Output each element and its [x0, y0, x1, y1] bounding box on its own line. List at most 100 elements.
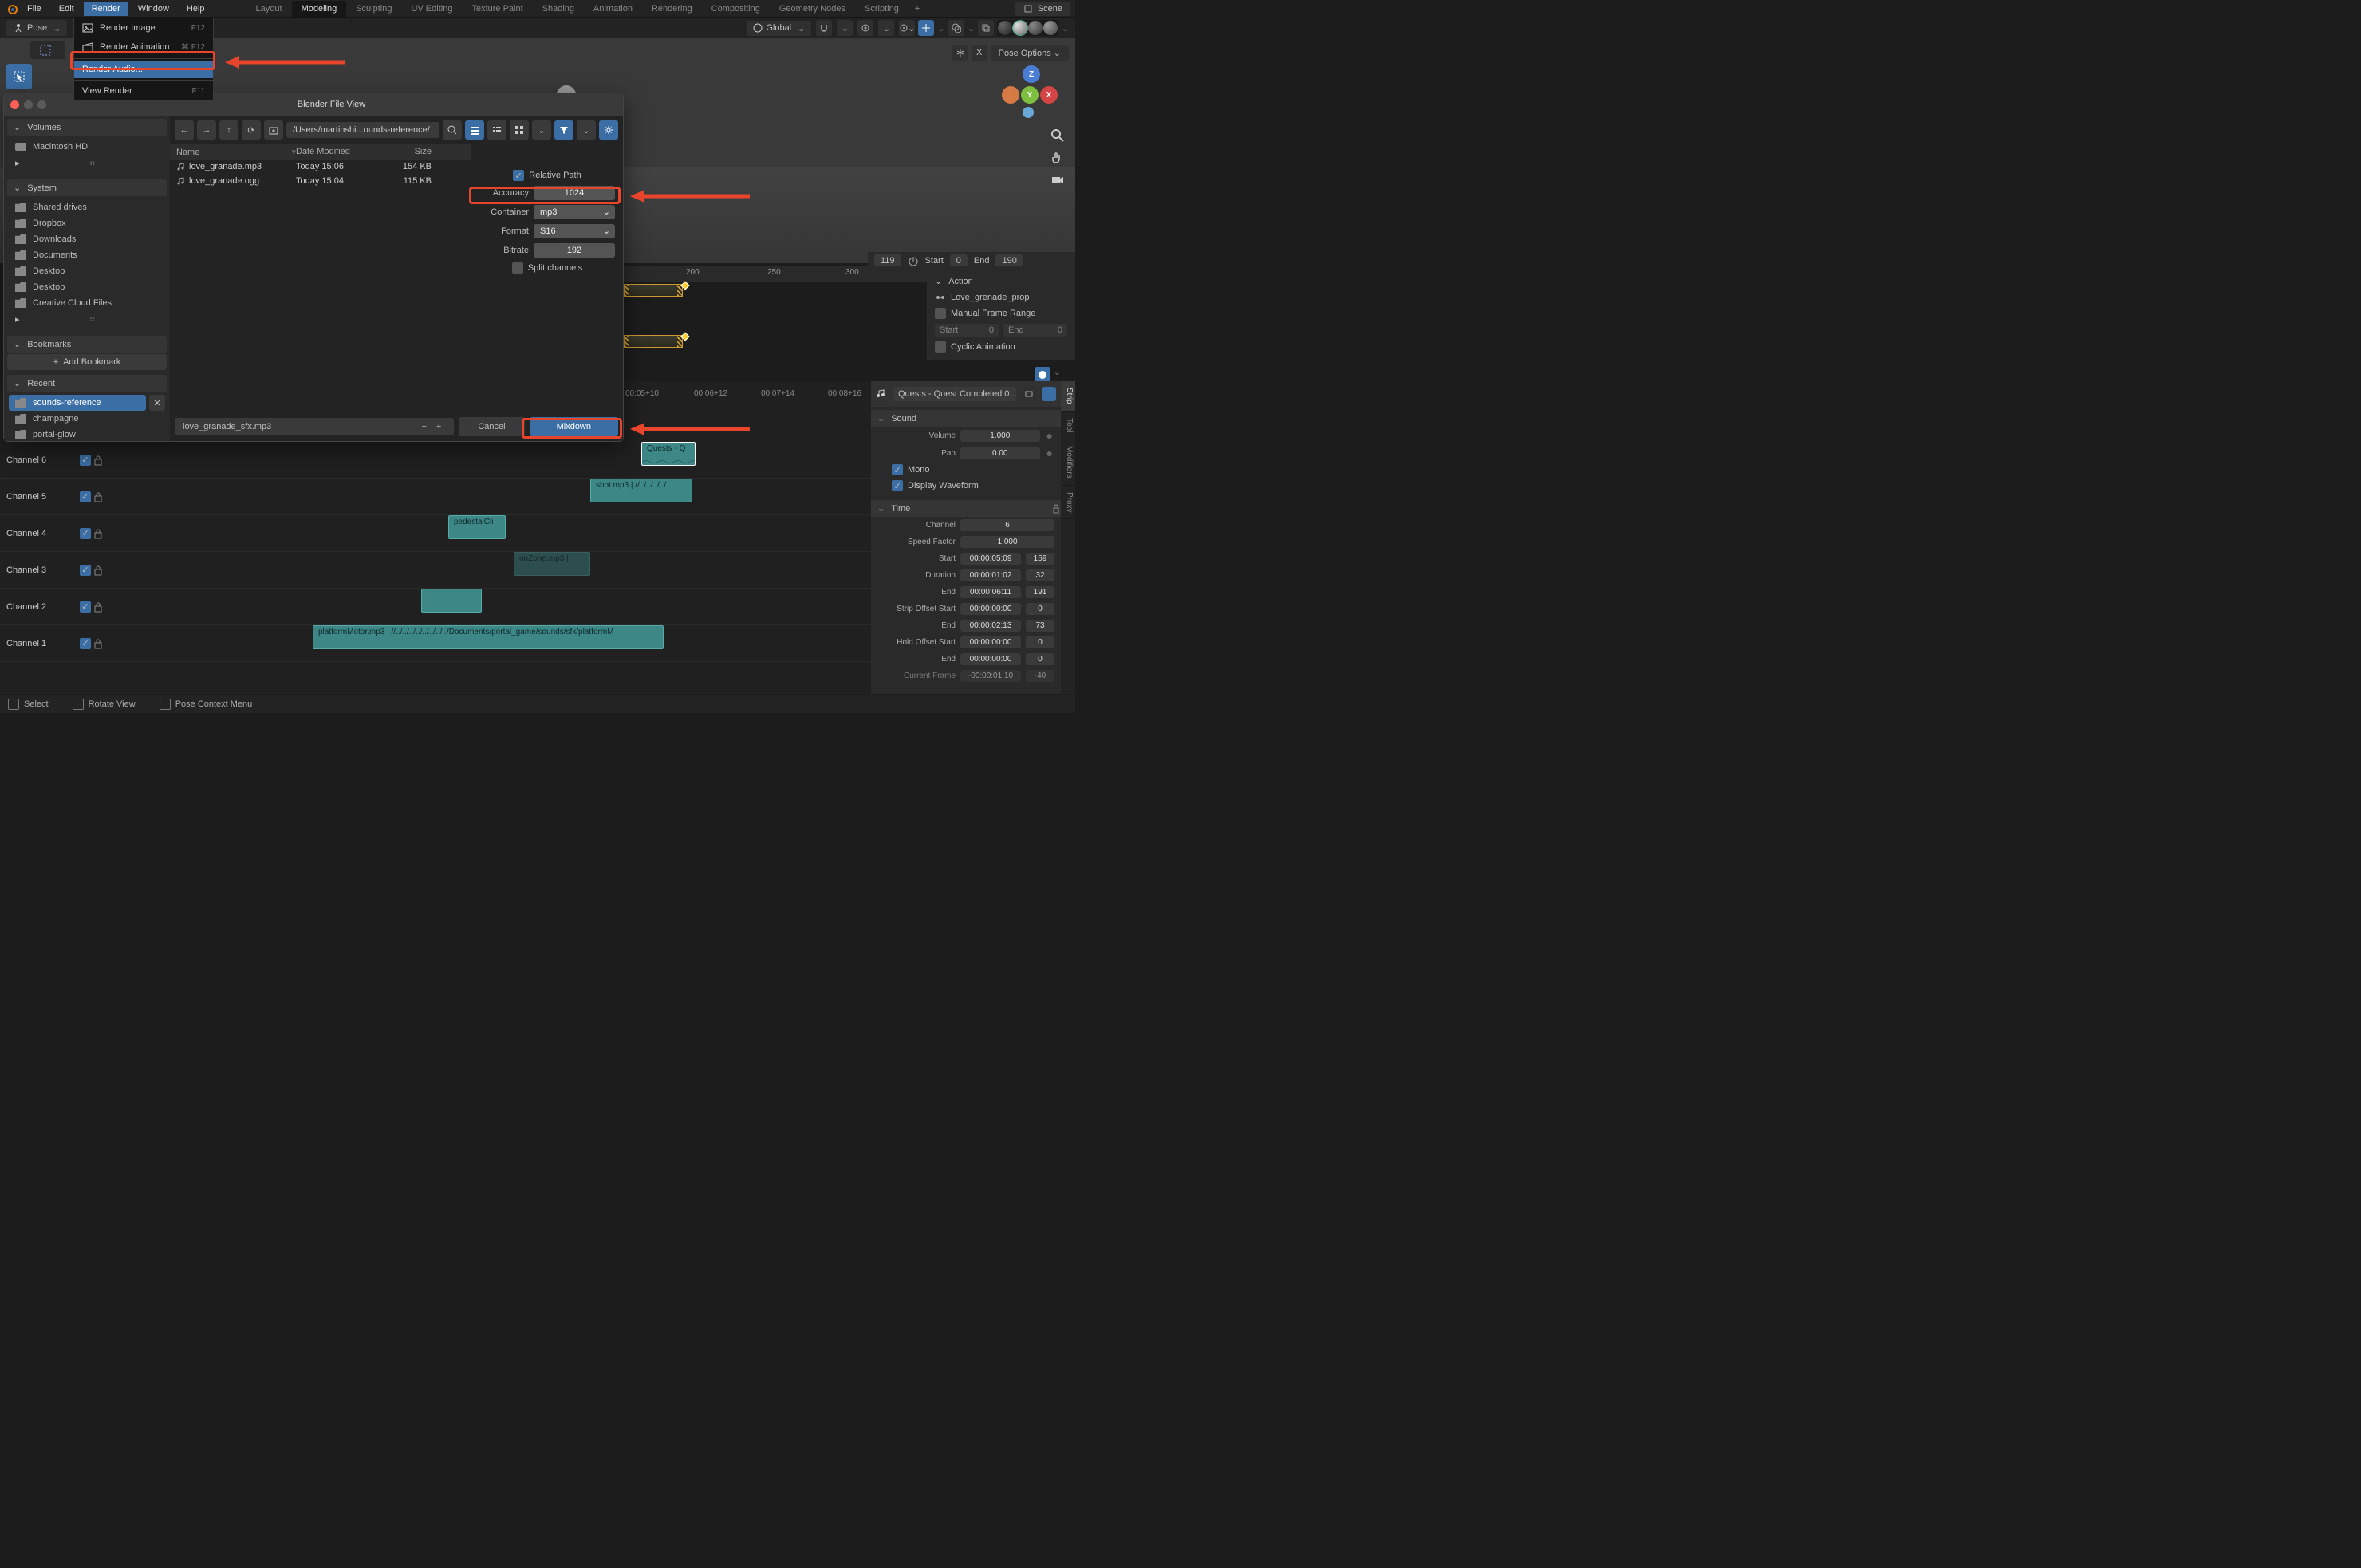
mirror-x[interactable]: X [972, 45, 987, 61]
recent-item[interactable]: sounds-reference [9, 395, 146, 411]
lock-icon[interactable] [1051, 504, 1061, 514]
hoe-f-input[interactable]: 0 [1026, 653, 1054, 665]
strip-color-button[interactable] [1042, 387, 1056, 401]
system-item[interactable]: Downloads [9, 231, 165, 247]
filter-button[interactable] [554, 120, 573, 140]
lock-icon[interactable] [93, 601, 104, 613]
select-mode-options[interactable] [30, 41, 65, 59]
tab-tool[interactable]: Tool [1061, 412, 1075, 439]
system-item[interactable]: Shared drives [9, 199, 165, 215]
filter-options[interactable]: ⌄ [577, 120, 596, 140]
sos-f-input[interactable]: 0 [1026, 603, 1054, 615]
action-end-input[interactable]: End0 [1003, 324, 1067, 337]
nav-back-button[interactable]: ← [175, 120, 194, 140]
view-object-types[interactable]: ⌄ [899, 20, 915, 36]
nav-forward-button[interactable]: → [197, 120, 216, 140]
seq-clip-onzone[interactable]: onZone.mp3 | [514, 552, 590, 576]
col-name-header[interactable]: Name ▾ [176, 147, 296, 157]
ws-add-button[interactable]: + [909, 1, 926, 17]
nav-refresh-button[interactable]: ⟳ [242, 120, 261, 140]
render-animation-item[interactable]: Render Animation⌘ F12 [74, 37, 213, 57]
view-render-item[interactable]: View RenderF11 [74, 82, 213, 100]
accuracy-input[interactable]: 1024 [534, 186, 615, 200]
volume-expand[interactable]: ▸⠶ [9, 155, 165, 171]
pan-icon[interactable] [1050, 150, 1066, 166]
ws-rendering[interactable]: Rendering [642, 1, 702, 17]
time-section-header[interactable]: Time [871, 500, 1061, 517]
start-f-input[interactable]: 159 [1026, 553, 1054, 565]
soe-f-input[interactable]: 73 [1026, 620, 1054, 632]
recent-remove-button[interactable]: ✕ [149, 395, 165, 411]
filename-input[interactable]: love_granade_sfx.mp3−+ [175, 418, 454, 435]
seq-clip-quests[interactable]: Quests - Q [641, 442, 696, 466]
volume-input[interactable]: 1.000 [960, 430, 1040, 442]
stopwatch-icon[interactable] [908, 255, 919, 266]
file-row[interactable]: love_granade.ogg Today 15:04 115 KB [170, 174, 471, 188]
system-header[interactable]: System [7, 179, 167, 196]
tool-select-box[interactable] [6, 64, 32, 89]
recent-item[interactable]: champagne [9, 411, 146, 427]
action-panel-header[interactable]: Action [935, 273, 1067, 290]
sos-tc-input[interactable]: 00:00:00:00 [960, 603, 1021, 615]
menu-help[interactable]: Help [179, 2, 213, 16]
orientation-select[interactable]: Global⌄ [747, 21, 811, 36]
shading-rendered[interactable] [1043, 21, 1058, 35]
ws-texpaint[interactable]: Texture Paint [462, 1, 532, 17]
bookmarks-header[interactable]: Bookmarks [7, 336, 167, 353]
current-frame[interactable]: 119 [874, 254, 901, 267]
ws-scripting[interactable]: Scripting [855, 1, 909, 17]
dope-summary-strip[interactable] [624, 284, 683, 297]
dur-tc-input[interactable]: 00:00:01:02 [960, 569, 1021, 581]
traffic-min[interactable] [24, 100, 33, 109]
menu-render[interactable]: Render [84, 2, 128, 16]
gizmo-y[interactable]: Y [1021, 86, 1039, 104]
ws-uv[interactable]: UV Editing [401, 1, 462, 17]
sound-section-header[interactable]: Sound [871, 410, 1061, 427]
start-frame-input[interactable]: 0 [950, 254, 968, 267]
bitrate-input[interactable]: 192 [534, 243, 615, 258]
ws-layout[interactable]: Layout [246, 1, 292, 17]
filename-decrement[interactable]: − [416, 422, 431, 431]
mirror-icon[interactable] [952, 45, 968, 61]
menu-file[interactable]: File [19, 2, 49, 16]
channel-mute[interactable]: ✓ [80, 528, 91, 539]
lock-icon[interactable] [93, 565, 104, 576]
scene-selector[interactable]: Scene [1015, 2, 1070, 16]
channel-mute[interactable]: ✓ [80, 455, 91, 466]
snap-toggle[interactable] [816, 20, 832, 36]
action-start-input[interactable]: Start0 [935, 324, 999, 337]
tab-strip[interactable]: Strip [1061, 381, 1075, 412]
start-tc-input[interactable]: 00:00:05:09 [960, 553, 1021, 565]
manual-range-checkbox[interactable] [935, 308, 946, 319]
end-frame-input[interactable]: 190 [995, 254, 1023, 267]
recent-item[interactable]: portal-glow [9, 427, 146, 441]
display-detail-button[interactable] [487, 120, 506, 140]
traffic-close[interactable] [10, 100, 19, 109]
search-button[interactable] [443, 120, 462, 140]
keyframe-dot[interactable]: ● [1045, 447, 1054, 459]
zoom-icon[interactable] [1050, 128, 1066, 144]
dope-action-strip[interactable] [624, 335, 683, 348]
system-item[interactable]: Dropbox [9, 215, 165, 231]
hos-f-input[interactable]: 0 [1026, 636, 1054, 648]
seq-clip-platform[interactable]: platformMotor.mp3 | //../../../../../../… [313, 625, 664, 649]
channel-mute[interactable]: ✓ [80, 491, 91, 502]
seq-clip-c2[interactable] [421, 589, 482, 613]
split-channels-checkbox[interactable] [512, 262, 523, 274]
lock-icon[interactable] [93, 638, 104, 649]
system-item[interactable]: Desktop [9, 279, 165, 295]
col-date-header[interactable]: Date Modified [296, 147, 384, 157]
lock-icon[interactable] [93, 491, 104, 502]
dur-f-input[interactable]: 32 [1026, 569, 1054, 581]
hos-tc-input[interactable]: 00:00:00:00 [960, 636, 1021, 648]
relative-path-checkbox[interactable]: ✓ [513, 170, 524, 181]
pose-options-button[interactable]: Pose Options ⌄ [991, 45, 1069, 61]
end-f-input[interactable]: 191 [1026, 586, 1054, 598]
gizmo-x[interactable]: X [1040, 86, 1058, 104]
system-item[interactable]: Documents [9, 247, 165, 263]
render-audio-item[interactable]: Render Audio... [74, 61, 213, 78]
shading-wireframe[interactable] [998, 21, 1012, 35]
gizmo-neg2[interactable] [1023, 107, 1034, 118]
lock-icon[interactable] [93, 455, 104, 466]
col-size-header[interactable]: Size [384, 147, 432, 157]
